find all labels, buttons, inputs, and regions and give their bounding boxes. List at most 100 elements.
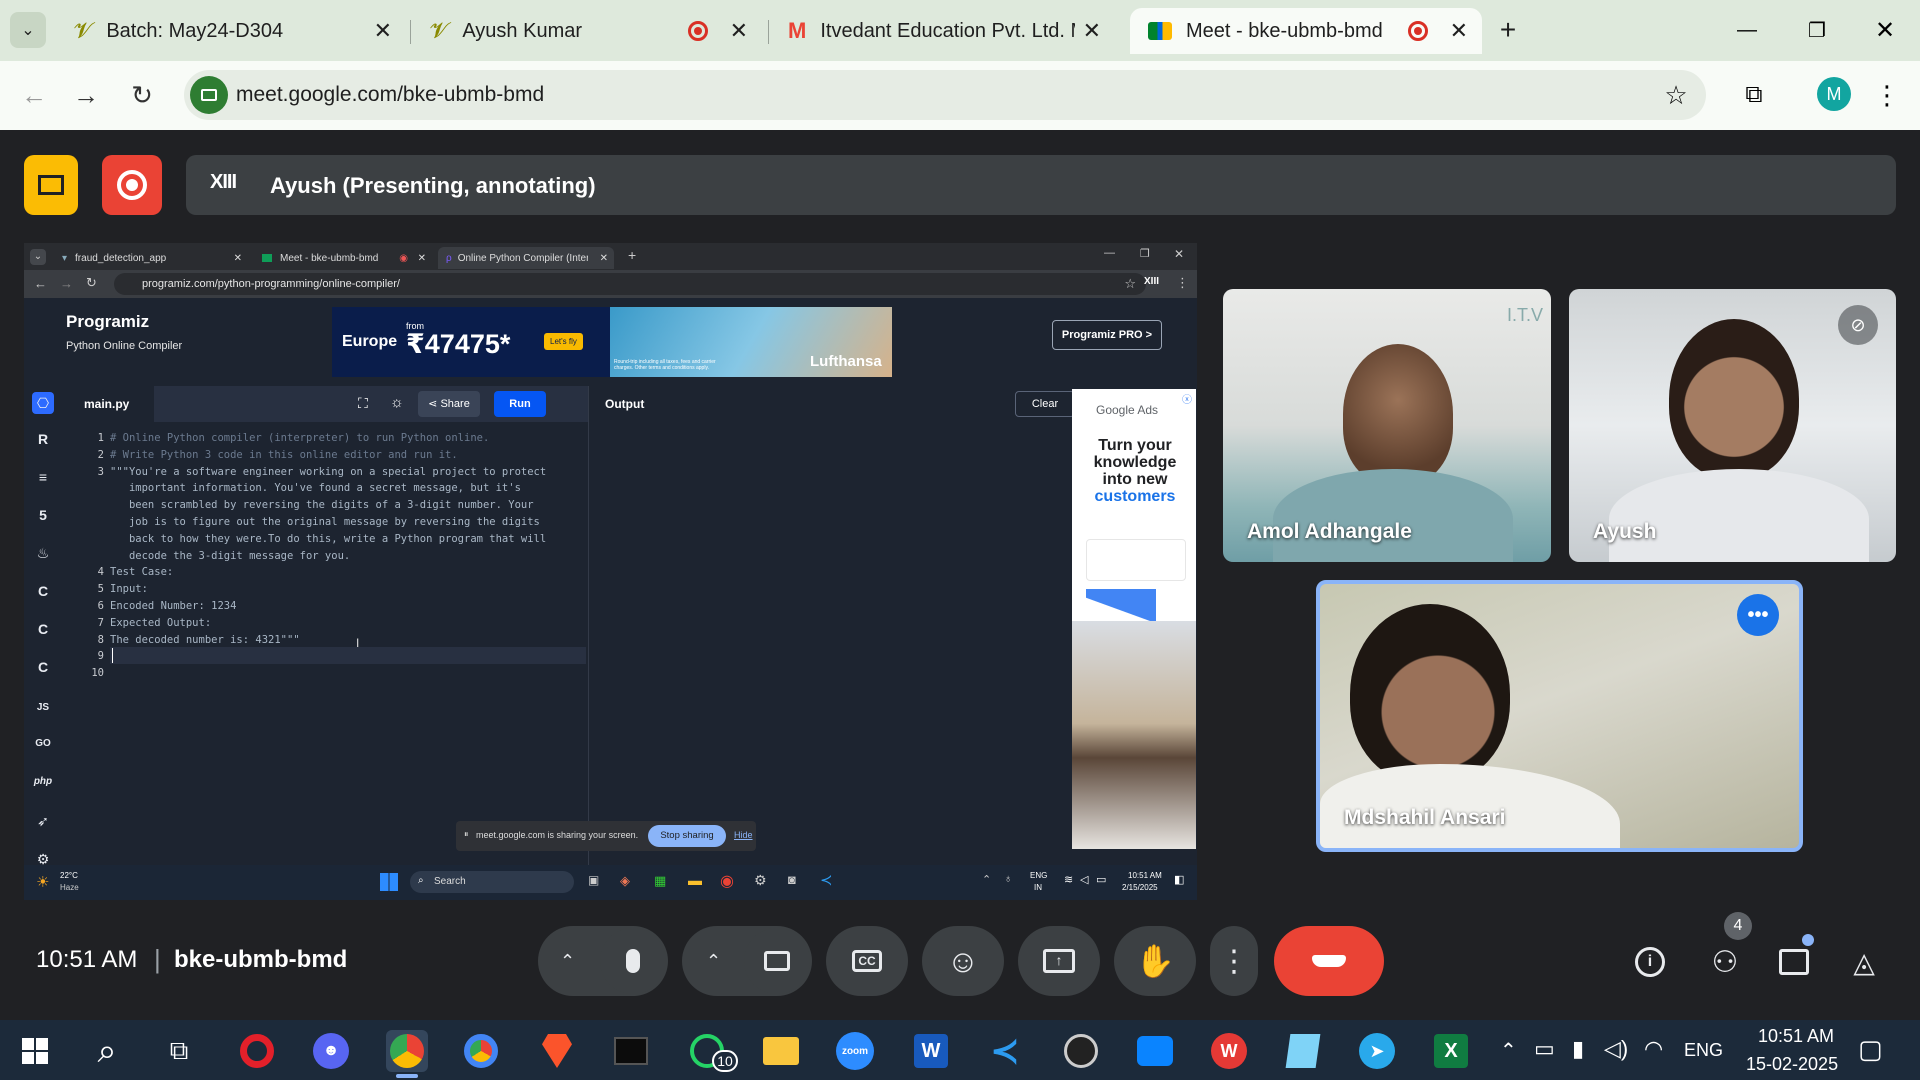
- opera-app[interactable]: [236, 1030, 278, 1072]
- zoom-app[interactable]: zoom: [834, 1030, 876, 1072]
- clock-time[interactable]: 10:51 AM: [1758, 1026, 1834, 1047]
- more-options-button[interactable]: ⋮: [1210, 926, 1258, 996]
- cpp-lang-icon[interactable]: C: [32, 618, 54, 640]
- chat-button[interactable]: [1770, 940, 1818, 984]
- notification-center-icon[interactable]: ▢: [1858, 1034, 1883, 1065]
- brave-app[interactable]: [536, 1030, 578, 1072]
- participant-tile-ayush[interactable]: ⊘ Ayush: [1569, 289, 1896, 562]
- discord-app[interactable]: ☻: [310, 1030, 352, 1072]
- captions-button[interactable]: CC: [826, 926, 908, 996]
- programiz-logo[interactable]: Programiz: [66, 312, 149, 332]
- php-lang-icon[interactable]: php: [32, 770, 54, 792]
- close-window-button[interactable]: ✕: [1860, 10, 1910, 50]
- forward-button[interactable]: →: [66, 75, 106, 115]
- raise-hand-button[interactable]: ✋: [1114, 926, 1196, 996]
- app-icon[interactable]: ▦: [654, 873, 666, 889]
- extensions-button[interactable]: ⧉: [1734, 75, 1774, 115]
- profile-icon[interactable]: XIII: [1144, 276, 1159, 287]
- close-tab-icon[interactable]: ✕: [374, 18, 392, 44]
- address-bar[interactable]: meet.google.com/bke-ubmb-bmd: [184, 70, 1706, 120]
- new-tab-button[interactable]: +: [1490, 12, 1526, 48]
- clock-date[interactable]: 15-02-2025: [1746, 1054, 1838, 1075]
- leave-call-button[interactable]: [1274, 926, 1384, 996]
- zoomit-app[interactable]: [1134, 1030, 1176, 1072]
- battery-icon[interactable]: ▭: [1096, 873, 1106, 886]
- copilot-icon[interactable]: ◈: [620, 873, 630, 889]
- js-lang-icon[interactable]: JS: [32, 696, 54, 718]
- chrome-app[interactable]: [460, 1030, 502, 1072]
- java-lang-icon[interactable]: ♨: [32, 542, 54, 564]
- fullscreen-icon[interactable]: ⛶: [358, 395, 368, 412]
- task-view-icon[interactable]: ▣: [588, 873, 599, 887]
- task-view-button[interactable]: ⧉: [158, 1030, 200, 1072]
- back-icon[interactable]: ←: [34, 276, 47, 291]
- mic-icon[interactable]: ♁: [1004, 873, 1012, 885]
- stop-sharing-button[interactable]: Stop sharing: [648, 825, 726, 847]
- restore-button[interactable]: ❐: [1792, 10, 1842, 50]
- csharp-lang-icon[interactable]: C: [32, 656, 54, 678]
- obs-app[interactable]: [1060, 1030, 1102, 1072]
- mic-tray-icon[interactable]: ▮: [1572, 1036, 1584, 1062]
- hide-link[interactable]: Hide: [734, 830, 753, 840]
- reactions-button[interactable]: ☺: [922, 926, 1004, 996]
- close-tab-icon[interactable]: ✕: [730, 18, 748, 44]
- camera-button[interactable]: [744, 928, 810, 994]
- audio-options-button[interactable]: ⌃: [560, 951, 575, 972]
- browser-tab-batch[interactable]: 𝓥 Batch: May24-D304 ✕: [56, 8, 406, 54]
- excel-app[interactable]: X: [1430, 1030, 1472, 1072]
- battery-tray-icon[interactable]: ▭: [1534, 1036, 1555, 1062]
- wifi-tray-icon[interactable]: ◠: [1644, 1036, 1663, 1062]
- chrome-icon[interactable]: ◉: [720, 871, 734, 891]
- run-button[interactable]: Run: [494, 391, 546, 417]
- people-button[interactable]: ⚇: [1700, 940, 1750, 984]
- file-explorer-app[interactable]: [760, 1030, 802, 1072]
- vscode-icon[interactable]: ≺: [820, 871, 833, 889]
- minimize-icon[interactable]: —: [1104, 247, 1115, 259]
- close-tab-icon[interactable]: ✕: [1450, 18, 1468, 44]
- close-icon[interactable]: ✕: [1174, 247, 1184, 261]
- bookmark-button[interactable]: ☆: [1656, 75, 1696, 115]
- settings-icon[interactable]: ⚙: [754, 872, 767, 889]
- back-button[interactable]: ←: [14, 75, 54, 115]
- volume-tray-icon[interactable]: ◁): [1604, 1036, 1628, 1062]
- reload-button[interactable]: ↻: [122, 75, 162, 115]
- inner-tab-search-icon[interactable]: ⌄: [30, 249, 46, 265]
- html-lang-icon[interactable]: 5: [32, 504, 54, 526]
- terminal-app[interactable]: [610, 1030, 652, 1072]
- chevron-up-icon[interactable]: ⌃: [982, 873, 991, 886]
- start-button[interactable]: [14, 1030, 56, 1072]
- tile-more-options-button[interactable]: •••: [1737, 594, 1779, 636]
- close-tab-icon[interactable]: ✕: [234, 253, 242, 264]
- chrome-meet-app[interactable]: [386, 1030, 428, 1072]
- recording-button[interactable]: [102, 155, 162, 215]
- vscode-app[interactable]: ≺: [984, 1030, 1026, 1072]
- wps-app[interactable]: W: [1208, 1030, 1250, 1072]
- lufthansa-ad[interactable]: Europe from ₹47475* Let's fly Round-trip…: [332, 307, 892, 377]
- new-tab-icon[interactable]: +: [628, 247, 636, 263]
- activities-button[interactable]: ◬: [1842, 940, 1886, 984]
- programiz-pro-button[interactable]: Programiz PRO >: [1052, 320, 1162, 350]
- more-vert-icon[interactable]: ⋮: [1176, 275, 1189, 291]
- r-lang-icon[interactable]: R: [32, 428, 54, 450]
- telegram-app[interactable]: ➤: [1356, 1030, 1398, 1072]
- stop-presenting-button[interactable]: [24, 155, 78, 215]
- minimize-button[interactable]: —: [1722, 10, 1772, 50]
- wifi-icon[interactable]: ≋: [1064, 873, 1073, 886]
- google-ads-sidebar[interactable]: Google Ads ⓧ Turn your knowledge into ne…: [1072, 389, 1196, 849]
- close-tab-icon[interactable]: ✕: [418, 253, 426, 264]
- swift-lang-icon[interactable]: ➶: [32, 810, 54, 832]
- meeting-details-button[interactable]: i: [1628, 940, 1672, 984]
- forward-icon[interactable]: →: [60, 276, 73, 291]
- inner-search-box[interactable]: ⌕ Search: [410, 871, 574, 893]
- file-tab-main[interactable]: main.py: [66, 386, 154, 422]
- camera-icon[interactable]: ◙: [788, 872, 796, 887]
- go-lang-icon[interactable]: GO: [32, 732, 54, 754]
- browser-tab-ayush-kumar[interactable]: 𝓥 Ayush Kumar ✕: [412, 8, 762, 54]
- present-screen-button[interactable]: ↑: [1018, 926, 1100, 996]
- share-button[interactable]: ⋖ Share: [418, 391, 480, 417]
- microphone-button[interactable]: [600, 928, 666, 994]
- windows-start-icon[interactable]: [380, 873, 398, 891]
- clear-button[interactable]: Clear: [1015, 391, 1075, 417]
- participant-tile-amol[interactable]: I.T.V Amol Adhangale: [1223, 289, 1551, 562]
- inner-tab-fraud[interactable]: ▾ fraud_detection_app ✕: [54, 247, 250, 269]
